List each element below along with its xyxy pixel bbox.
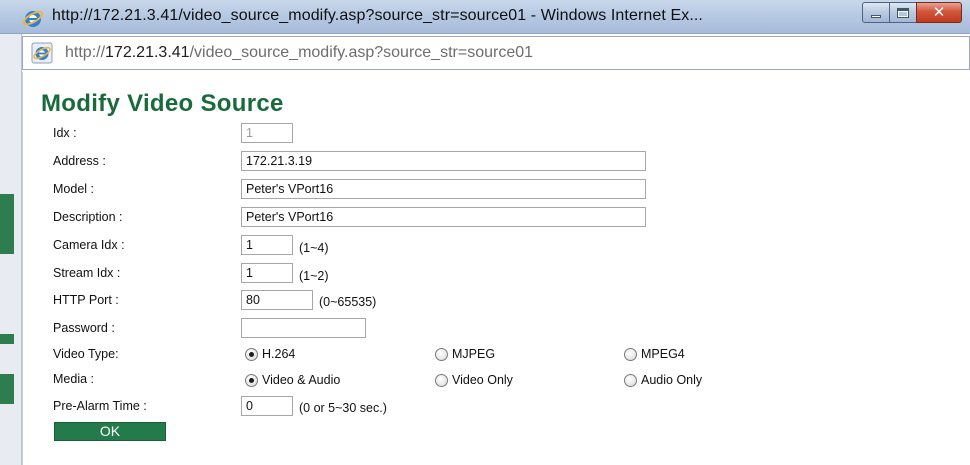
model-label: Model :: [53, 182, 94, 196]
pre-alarm-time-hint: (0 or 5~30 sec.): [299, 401, 387, 415]
password-label: Password :: [53, 321, 115, 335]
window-controls: ✕: [862, 2, 962, 24]
model-field[interactable]: [241, 179, 646, 199]
background-green-block: [0, 334, 14, 344]
stream-idx-label: Stream Idx :: [53, 266, 121, 280]
minimize-button[interactable]: [862, 2, 890, 23]
description-field[interactable]: [241, 207, 646, 227]
radio-dot: [249, 351, 254, 357]
http-port-hint: (0~65535): [319, 295, 377, 309]
media-option-label: Video Only: [452, 373, 513, 387]
address-bar[interactable]: http://172.21.3.41/video_source_modify.a…: [22, 36, 970, 70]
video-type-option-label: MJPEG: [452, 347, 496, 361]
url-prefix: http://: [65, 44, 106, 61]
address-url[interactable]: http://172.21.3.41/video_source_modify.a…: [65, 44, 533, 62]
media-option[interactable]: Video & Audio: [245, 373, 340, 387]
http-port-label: HTTP Port :: [53, 293, 119, 307]
media-option-label: Audio Only: [641, 373, 703, 387]
stream-idx-hint: (1~2): [299, 269, 329, 283]
window-title-bar[interactable]: http://172.21.3.41/video_source_modify.a…: [0, 0, 970, 34]
ie-icon: [31, 42, 53, 64]
page-title: Modify Video Source: [41, 90, 284, 117]
radio-button-checked[interactable]: [245, 373, 258, 387]
password-field[interactable]: [241, 318, 366, 338]
background-green-block: [0, 194, 14, 254]
maximize-button[interactable]: [889, 2, 917, 23]
camera-idx-hint: (1~4): [299, 241, 329, 255]
video-type-option[interactable]: MPEG4: [624, 347, 685, 361]
media-option[interactable]: Video Only: [435, 373, 513, 387]
radio-button[interactable]: [624, 373, 637, 387]
url-host: 172.21.3.41: [105, 44, 190, 61]
media-label: Media :: [53, 372, 94, 386]
http-port-field[interactable]: [241, 290, 313, 310]
pre-alarm-time-field[interactable]: [241, 396, 293, 416]
ie-icon: [22, 10, 44, 27]
media-option[interactable]: Audio Only: [624, 373, 702, 387]
minimize-icon: [871, 15, 881, 18]
url-path: /video_source_modify.asp?source_str=sour…: [189, 44, 534, 61]
radio-button-checked[interactable]: [245, 347, 258, 361]
close-icon: ✕: [932, 3, 946, 21]
video-type-option[interactable]: MJPEG: [435, 347, 495, 361]
video-type-option-label: H.264: [262, 347, 296, 361]
maximize-icon: [897, 7, 909, 18]
page-content: Modify Video Source Idx : Address : Mode…: [22, 72, 970, 465]
ok-button[interactable]: OK: [54, 422, 166, 441]
video-type-option[interactable]: H.264: [245, 347, 295, 361]
address-field[interactable]: [241, 151, 646, 171]
background-window-edge: [0, 34, 22, 465]
close-button[interactable]: ✕: [916, 2, 962, 23]
stream-idx-field[interactable]: [241, 263, 293, 283]
radio-button[interactable]: [624, 347, 637, 361]
idx-label: Idx :: [53, 126, 77, 140]
background-green-block: [0, 374, 14, 404]
pre-alarm-time-label: Pre-Alarm Time :: [53, 399, 147, 413]
camera-idx-label: Camera Idx :: [53, 238, 125, 252]
radio-dot: [249, 377, 254, 383]
radio-button[interactable]: [435, 347, 448, 361]
idx-field: [241, 123, 293, 143]
video-type-label: Video Type:: [53, 347, 119, 361]
video-type-option-label: MPEG4: [641, 347, 685, 361]
camera-idx-field[interactable]: [241, 235, 293, 255]
address-label: Address :: [53, 154, 106, 168]
description-label: Description :: [53, 210, 123, 224]
window-title: http://172.21.3.41/video_source_modify.a…: [52, 7, 703, 24]
media-option-label: Video & Audio: [262, 373, 341, 387]
radio-button[interactable]: [435, 373, 448, 387]
